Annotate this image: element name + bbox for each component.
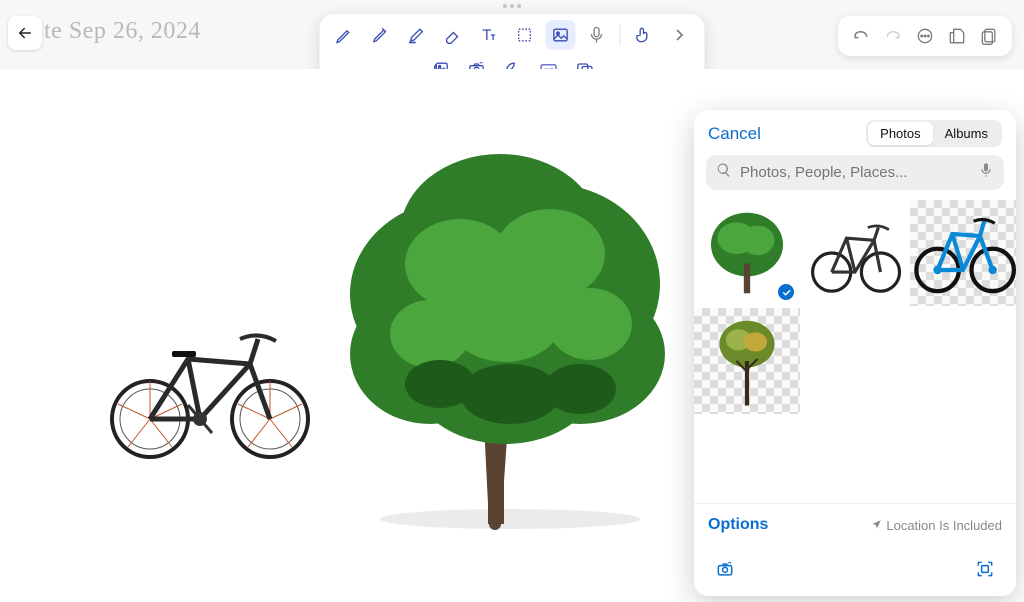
- image-tool[interactable]: [546, 20, 576, 50]
- thumb-blank-2[interactable]: [910, 308, 1016, 414]
- page-title: te Sep 26, 2024: [44, 18, 201, 45]
- thumb-tree-green[interactable]: [694, 200, 800, 306]
- thumb-bike-black[interactable]: [802, 200, 908, 306]
- undo-button[interactable]: [846, 21, 876, 51]
- options-button[interactable]: Options: [708, 516, 768, 534]
- right-toolbar: [838, 16, 1012, 56]
- cancel-button[interactable]: Cancel: [708, 124, 761, 144]
- lasso-tool[interactable]: [510, 20, 540, 50]
- search-wrap: [694, 155, 1016, 200]
- picker-header: Cancel Photos Albums: [694, 110, 1016, 155]
- toolbar-separator: [620, 24, 621, 46]
- toolbar-row-1: [330, 20, 695, 50]
- photo-grid: [694, 200, 1016, 414]
- pencil-tool[interactable]: [330, 20, 360, 50]
- location-indicator: Location Is Included: [871, 518, 1002, 533]
- camera-import-button[interactable]: [712, 556, 738, 582]
- search-field[interactable]: [706, 155, 1004, 190]
- canvas-bike-image[interactable]: [100, 309, 320, 464]
- text-tool[interactable]: [474, 20, 504, 50]
- picker-options-row: Options Location Is Included: [694, 503, 1016, 546]
- more-button[interactable]: [910, 21, 940, 51]
- location-icon: [871, 518, 882, 533]
- gesture-tool[interactable]: [629, 20, 659, 50]
- location-label: Location Is Included: [886, 518, 1002, 533]
- search-input[interactable]: [740, 164, 970, 181]
- canvas-tree-image[interactable]: [310, 124, 680, 549]
- export-button[interactable]: [942, 21, 972, 51]
- selected-check-icon: [776, 282, 796, 302]
- redo-button[interactable]: [878, 21, 908, 51]
- dictate-icon[interactable]: [978, 162, 994, 183]
- segment-photos[interactable]: Photos: [868, 122, 932, 145]
- segment-albums[interactable]: Albums: [933, 122, 1000, 145]
- more-tools-chevron[interactable]: [665, 20, 695, 50]
- photo-picker-panel: Cancel Photos Albums: [694, 110, 1016, 596]
- pages-button[interactable]: [974, 21, 1004, 51]
- pen-tool[interactable]: [366, 20, 396, 50]
- thumb-tree-autumn[interactable]: [694, 308, 800, 414]
- search-icon: [716, 162, 732, 183]
- eraser-tool[interactable]: [438, 20, 468, 50]
- toolbar-drag-handle[interactable]: [503, 4, 521, 8]
- picker-segmented-control: Photos Albums: [866, 120, 1002, 147]
- thumb-blank-1[interactable]: [802, 308, 908, 414]
- highlighter-tool[interactable]: [402, 20, 432, 50]
- mic-tool[interactable]: [582, 20, 612, 50]
- thumb-bike-blue[interactable]: [910, 200, 1016, 306]
- picker-bottom-row: [694, 546, 1016, 596]
- scan-button[interactable]: [972, 556, 998, 582]
- back-button[interactable]: [8, 16, 42, 50]
